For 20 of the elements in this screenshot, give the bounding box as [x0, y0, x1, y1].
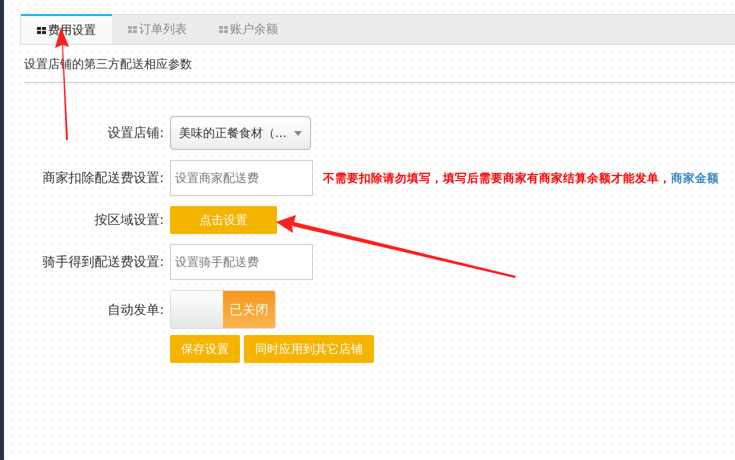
- action-button[interactable]: 保存设置: [170, 335, 240, 363]
- link[interactable]: 商家金额: [671, 170, 719, 184]
- field-label: 设置店铺:: [106, 125, 164, 142]
- grid-icon: [219, 26, 228, 33]
- store-select[interactable]: 美味的正餐食材（...: [170, 116, 311, 150]
- field-label: 按区域设置:: [94, 212, 164, 229]
- grid-icon: [37, 26, 46, 34]
- hint-text: 不需要扣除请勿填写，填写后需要商家有商家结算余额才能发单，商家金额: [323, 170, 719, 186]
- field-label: 自动发单:: [106, 302, 164, 318]
- field-label: 骑手得到配送费设置:: [42, 254, 164, 271]
- grid-icon: [128, 26, 137, 33]
- input-field[interactable]: 设置商家配送费: [170, 160, 313, 196]
- settings-button[interactable]: 点击设置: [170, 206, 277, 234]
- field-label: 商家扣除配送费设置:: [42, 170, 164, 187]
- tab[interactable]: 账户余额: [203, 15, 294, 44]
- input-field[interactable]: 设置骑手配送费: [170, 244, 313, 280]
- toggle-switch[interactable]: 已关闭: [170, 290, 276, 329]
- tab[interactable]: 订单列表: [112, 15, 203, 44]
- action-button[interactable]: 同时应用到其它店铺: [244, 335, 374, 363]
- caret-icon: [294, 130, 302, 136]
